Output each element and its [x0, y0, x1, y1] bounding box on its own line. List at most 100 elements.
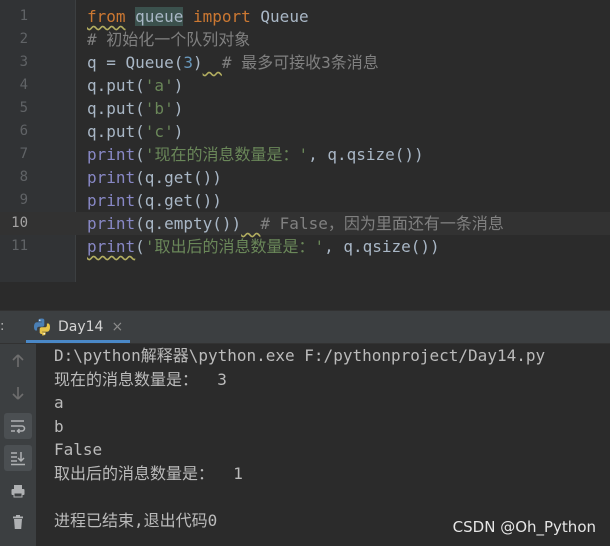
console-line: b	[54, 416, 64, 436]
scroll-down-button[interactable]	[4, 380, 32, 406]
run-label: :	[0, 319, 5, 334]
code-text[interactable]: print('现在的消息数量是：', q.qsize())	[87, 143, 424, 166]
code-segment: )	[173, 76, 184, 95]
pep8-warning-space	[203, 53, 222, 72]
active-tab-indicator	[26, 340, 130, 343]
string-literal: '取出后的消息数量是：'	[144, 237, 325, 256]
code-segment: , q.qsize())	[308, 145, 424, 164]
line-number: 11	[11, 238, 28, 254]
string-literal: 'b'	[144, 99, 174, 118]
code-text[interactable]: # 初始化一个队列对象	[87, 28, 250, 51]
console-output[interactable]: D:\python解释器\python.exe F:/pythonproject…	[54, 344, 610, 532]
python-icon	[34, 318, 50, 336]
code-text[interactable]: from queue import Queue	[87, 5, 309, 28]
code-segment: q.put(	[87, 122, 145, 141]
code-text[interactable]: print('取出后的消息数量是：', q.qsize())	[87, 235, 440, 258]
code-segment: q.put(	[87, 76, 145, 95]
code-line-3[interactable]: 3 q = Queue(3) # 最多可接收3条消息	[0, 51, 610, 74]
code-line-11[interactable]: 11 print('取出后的消息数量是：', q.qsize())	[0, 235, 610, 258]
code-line-2[interactable]: 2 # 初始化一个队列对象	[0, 28, 610, 51]
code-line-6[interactable]: 6 q.put('c')	[0, 120, 610, 143]
string-literal: '现在的消息数量是：'	[144, 145, 309, 164]
line-number: 8	[19, 169, 28, 185]
line-number: 3	[19, 54, 28, 70]
close-tab-icon[interactable]: ×	[111, 319, 123, 335]
line-number: 10	[11, 215, 28, 231]
code-text[interactable]: q.put('b')	[87, 97, 183, 120]
scroll-to-end-button[interactable]	[4, 445, 32, 471]
arrow-down-icon	[12, 387, 24, 400]
editor-bottom-strip	[0, 282, 610, 311]
code-line-8[interactable]: 8 print(q.get())	[0, 166, 610, 189]
console-line: D:\python解释器\python.exe F:/pythonproject…	[54, 346, 546, 365]
line-number: 2	[19, 31, 28, 47]
code-segment: q.put(	[87, 99, 145, 118]
tab-day14[interactable]: Day14 ×	[26, 311, 130, 343]
builtin-print: print	[87, 214, 136, 233]
soft-wrap-icon	[11, 420, 26, 434]
code-text[interactable]: print(q.get())	[87, 166, 222, 189]
code-segment: , q.qsize())	[324, 237, 440, 256]
printer-icon	[11, 485, 25, 498]
run-tool-window-body: D:\python解释器\python.exe F:/pythonproject…	[0, 344, 610, 546]
console-line: 取出后的消息数量是： 1	[54, 463, 243, 483]
identifier-queue-class: Queue	[250, 7, 309, 26]
code-segment: (q.empty())	[135, 214, 242, 233]
code-segment: (q.get())	[135, 191, 222, 210]
code-segment: (	[135, 237, 145, 256]
soft-wrap-button[interactable]	[4, 413, 32, 439]
code-segment: )	[173, 122, 184, 141]
code-line-9[interactable]: 9 print(q.get())	[0, 189, 610, 212]
code-comment: # False，因为里面还有一条消息	[260, 214, 504, 233]
watermark: CSDN @Oh_Python	[452, 518, 596, 536]
arrow-up-icon	[12, 354, 24, 367]
builtin-print: print	[87, 191, 136, 210]
string-literal: 'a'	[144, 76, 174, 95]
line-number: 9	[19, 192, 28, 208]
print-button[interactable]	[4, 478, 32, 504]
line-number: 1	[19, 8, 28, 24]
code-text[interactable]: q.put('c')	[87, 120, 183, 143]
code-line-4[interactable]: 4 q.put('a')	[0, 74, 610, 97]
builtin-print: print	[87, 237, 136, 256]
code-text[interactable]: q = Queue(3) # 最多可接收3条消息	[87, 51, 379, 74]
line-number: 4	[19, 77, 28, 93]
console-line: a	[54, 393, 64, 412]
string-literal: 'c'	[144, 122, 174, 141]
keyword-import: import	[192, 7, 251, 26]
pep8-warning-space	[241, 214, 260, 233]
run-toolbar	[0, 344, 36, 546]
clear-all-button[interactable]	[4, 509, 32, 535]
number-literal: 3	[183, 53, 193, 72]
tab-title: Day14	[58, 319, 104, 335]
code-segment: (q.get())	[135, 168, 222, 187]
code-comment: # 最多可接收3条消息	[221, 53, 379, 72]
builtin-print: print	[87, 168, 136, 187]
trash-icon	[13, 515, 23, 529]
code-line-5[interactable]: 5 q.put('b')	[0, 97, 610, 120]
code-segment: q = Queue(	[87, 53, 184, 72]
builtin-print: print	[87, 145, 136, 164]
line-number: 7	[19, 146, 28, 162]
code-comment: # 初始化一个队列对象	[87, 30, 251, 49]
code-text[interactable]: print(q.empty()) # False，因为里面还有一条消息	[87, 212, 504, 235]
module-queue: queue	[135, 7, 184, 26]
keyword-from: from	[87, 7, 126, 26]
scroll-to-end-icon	[11, 452, 25, 466]
code-segment: )	[192, 53, 203, 72]
console-line: False	[54, 440, 103, 459]
code-editor[interactable]: 1 from queue import Queue 2 # 初始化一个队列对象 …	[0, 0, 610, 282]
code-segment: )	[173, 99, 184, 118]
console-line: 现在的消息数量是： 3	[54, 369, 227, 389]
code-line-1[interactable]: 1 from queue import Queue	[0, 5, 610, 28]
code-text[interactable]: q.put('a')	[87, 74, 183, 97]
code-line-10[interactable]: 10 print(q.empty()) # False，因为里面还有一条消息	[0, 212, 610, 235]
scroll-up-button[interactable]	[4, 348, 32, 374]
code-segment: (	[135, 145, 145, 164]
line-number: 5	[19, 100, 28, 116]
run-tool-window-header: : Day14 ×	[0, 311, 610, 344]
code-line-7[interactable]: 7 print('现在的消息数量是：', q.qsize())	[0, 143, 610, 166]
code-text[interactable]: print(q.get())	[87, 189, 222, 212]
